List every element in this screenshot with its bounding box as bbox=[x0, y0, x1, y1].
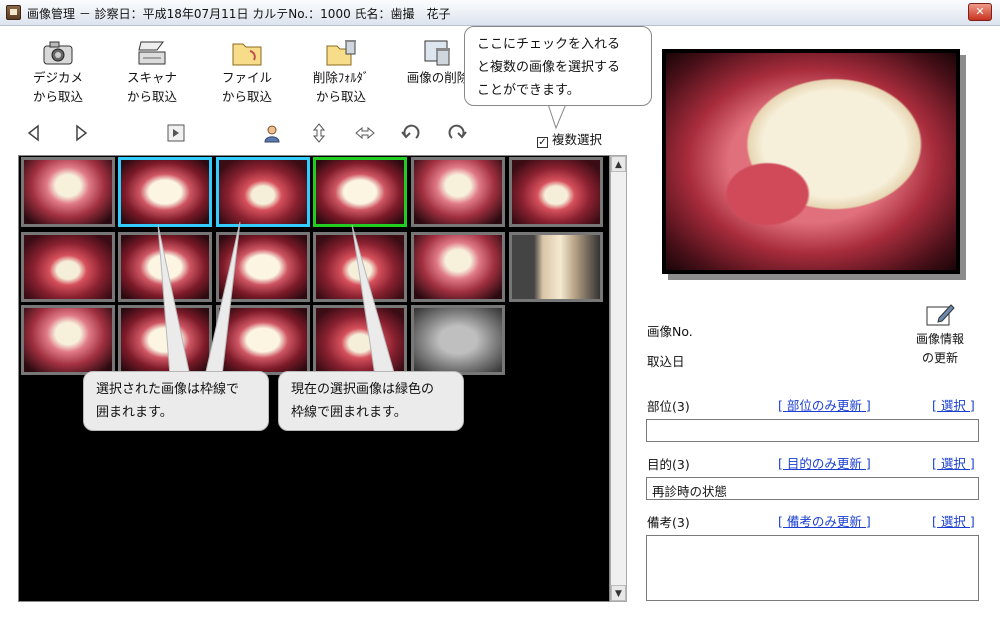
thumbnail-image[interactable] bbox=[118, 232, 212, 302]
import-date-label: 取込日 bbox=[647, 354, 685, 369]
import-camera-button[interactable]: デジカメ から取込 bbox=[18, 38, 98, 108]
import-deleted-folder-button[interactable]: 削除ﾌｫﾙﾀﾞ から取込 bbox=[301, 38, 381, 108]
image-no-label: 画像No. bbox=[647, 324, 693, 339]
scanner-icon bbox=[135, 38, 169, 68]
note-textarea[interactable] bbox=[646, 535, 979, 601]
rotate-left-icon[interactable] bbox=[401, 123, 421, 143]
purpose-label: 目的(3) bbox=[647, 457, 690, 472]
thumbnail-image[interactable] bbox=[21, 232, 115, 302]
update-image-info-button[interactable]: 画像情報 の更新 bbox=[905, 302, 975, 368]
import-camera-label: デジカメ から取込 bbox=[32, 70, 83, 104]
thumbnail-image-current[interactable] bbox=[313, 157, 407, 227]
next-arrow-icon[interactable] bbox=[71, 123, 91, 143]
folder-icon bbox=[230, 38, 264, 68]
part-label: 部位(3) bbox=[647, 399, 690, 414]
multi-select-callout: ここにチェックを入れる と複数の画像を選択する ことができます。 bbox=[464, 26, 652, 106]
thumbnail-image-selected[interactable] bbox=[118, 157, 212, 227]
app-icon bbox=[6, 5, 21, 20]
thumbnail-image[interactable] bbox=[411, 157, 505, 227]
import-scanner-button[interactable]: スキャナ から取込 bbox=[112, 38, 192, 108]
rotate-right-icon[interactable] bbox=[447, 123, 467, 143]
thumbnail-image[interactable] bbox=[509, 232, 603, 302]
thumbnail-image[interactable] bbox=[313, 305, 407, 375]
export-icon[interactable] bbox=[166, 123, 186, 143]
edit-info-icon bbox=[925, 302, 955, 328]
import-file-label: ファイル から取込 bbox=[221, 70, 272, 104]
thumbnail-image[interactable] bbox=[216, 305, 310, 375]
image-preview bbox=[662, 49, 960, 274]
thumbnail-image[interactable] bbox=[21, 305, 115, 375]
part-field[interactable] bbox=[646, 419, 979, 442]
thumbnail-image-selected[interactable] bbox=[216, 157, 310, 227]
delete-image-icon bbox=[421, 38, 455, 68]
thumbnail-image[interactable] bbox=[313, 232, 407, 302]
update-image-info-label: 画像情報 の更新 bbox=[915, 332, 964, 365]
purpose-field[interactable]: 再診時の状態 bbox=[646, 477, 979, 500]
part-update-link[interactable]: [ 部位のみ更新 ] bbox=[778, 395, 871, 414]
preview-photo bbox=[666, 53, 956, 270]
grid-scrollbar[interactable]: ▲ ▼ bbox=[610, 155, 627, 602]
window-title: 画像管理 － 診察日：平成18年07月11日 カルテNo.：1000 氏名：歯撮… bbox=[27, 7, 451, 21]
current-image-callout: 現在の選択画像は緑色の 枠線で囲まれます。 bbox=[278, 371, 464, 431]
thumbnail-image[interactable] bbox=[216, 232, 310, 302]
thumbnail-image[interactable] bbox=[411, 232, 505, 302]
thumbnail-image[interactable] bbox=[118, 305, 212, 375]
deleted-folder-icon bbox=[324, 38, 358, 68]
checkbox-checked-icon: ✓ bbox=[537, 137, 548, 148]
import-deleted-folder-label: 削除ﾌｫﾙﾀﾞ から取込 bbox=[312, 70, 370, 104]
camera-icon bbox=[41, 38, 75, 68]
flip-vertical-icon[interactable] bbox=[309, 123, 329, 143]
part-select-link[interactable]: [ 選択 ] bbox=[932, 395, 975, 414]
note-label: 備考(3) bbox=[647, 515, 690, 530]
scroll-up-arrow[interactable]: ▲ bbox=[611, 156, 626, 172]
thumbnail-image-xray[interactable] bbox=[411, 305, 505, 375]
note-update-link[interactable]: [ 備考のみ更新 ] bbox=[778, 511, 871, 530]
close-button[interactable]: ✕ bbox=[968, 3, 992, 21]
previous-arrow-icon[interactable] bbox=[24, 123, 44, 143]
purpose-select-link[interactable]: [ 選択 ] bbox=[932, 453, 975, 472]
multi-select-checkbox[interactable]: ✓ 複数選択 bbox=[537, 129, 602, 148]
import-scanner-label: スキャナ から取込 bbox=[126, 70, 177, 104]
import-file-button[interactable]: ファイル から取込 bbox=[207, 38, 287, 108]
multi-select-label: 複数選択 bbox=[552, 132, 603, 147]
patient-icon[interactable] bbox=[262, 123, 282, 143]
flip-horizontal-icon[interactable] bbox=[355, 123, 375, 143]
purpose-update-link[interactable]: [ 目的のみ更新 ] bbox=[778, 453, 871, 472]
thumbnail-image[interactable] bbox=[21, 157, 115, 227]
thumbnail-image[interactable] bbox=[509, 157, 603, 227]
scroll-down-arrow[interactable]: ▼ bbox=[611, 585, 626, 601]
note-select-link[interactable]: [ 選択 ] bbox=[932, 511, 975, 530]
selected-images-callout: 選択された画像は枠線で 囲まれます。 bbox=[83, 371, 269, 431]
title-bar: 画像管理 － 診察日：平成18年07月11日 カルテNo.：1000 氏名：歯撮… bbox=[0, 0, 1000, 26]
